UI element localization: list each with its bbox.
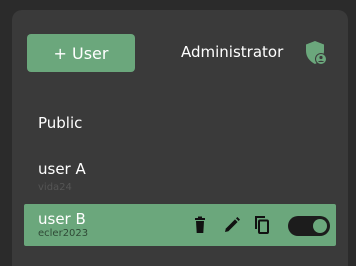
role-label: Administrator (181, 43, 284, 61)
trash-icon[interactable] (190, 215, 210, 235)
user-panel: + User Administrator Public user A vida2… (12, 10, 348, 266)
user-name: user B (38, 210, 86, 228)
user-password: vida24 (38, 182, 72, 193)
add-user-button[interactable]: + User (27, 34, 135, 72)
user-name: Public (38, 114, 83, 132)
user-name: user A (38, 160, 86, 178)
user-row-public[interactable]: Public (24, 104, 336, 146)
copy-icon[interactable] (252, 215, 272, 235)
pencil-icon[interactable] (222, 215, 242, 235)
user-password: ecler2023 (38, 228, 89, 239)
toggle-knob (313, 219, 327, 233)
user-enabled-toggle[interactable] (288, 216, 330, 236)
user-row-user-b[interactable]: user B ecler2023 (24, 204, 336, 246)
admin-shield-icon (306, 41, 327, 65)
user-row-user-a[interactable]: user A vida24 (24, 156, 336, 198)
user-manager-window: + User Administrator Public user A vida2… (0, 0, 356, 266)
